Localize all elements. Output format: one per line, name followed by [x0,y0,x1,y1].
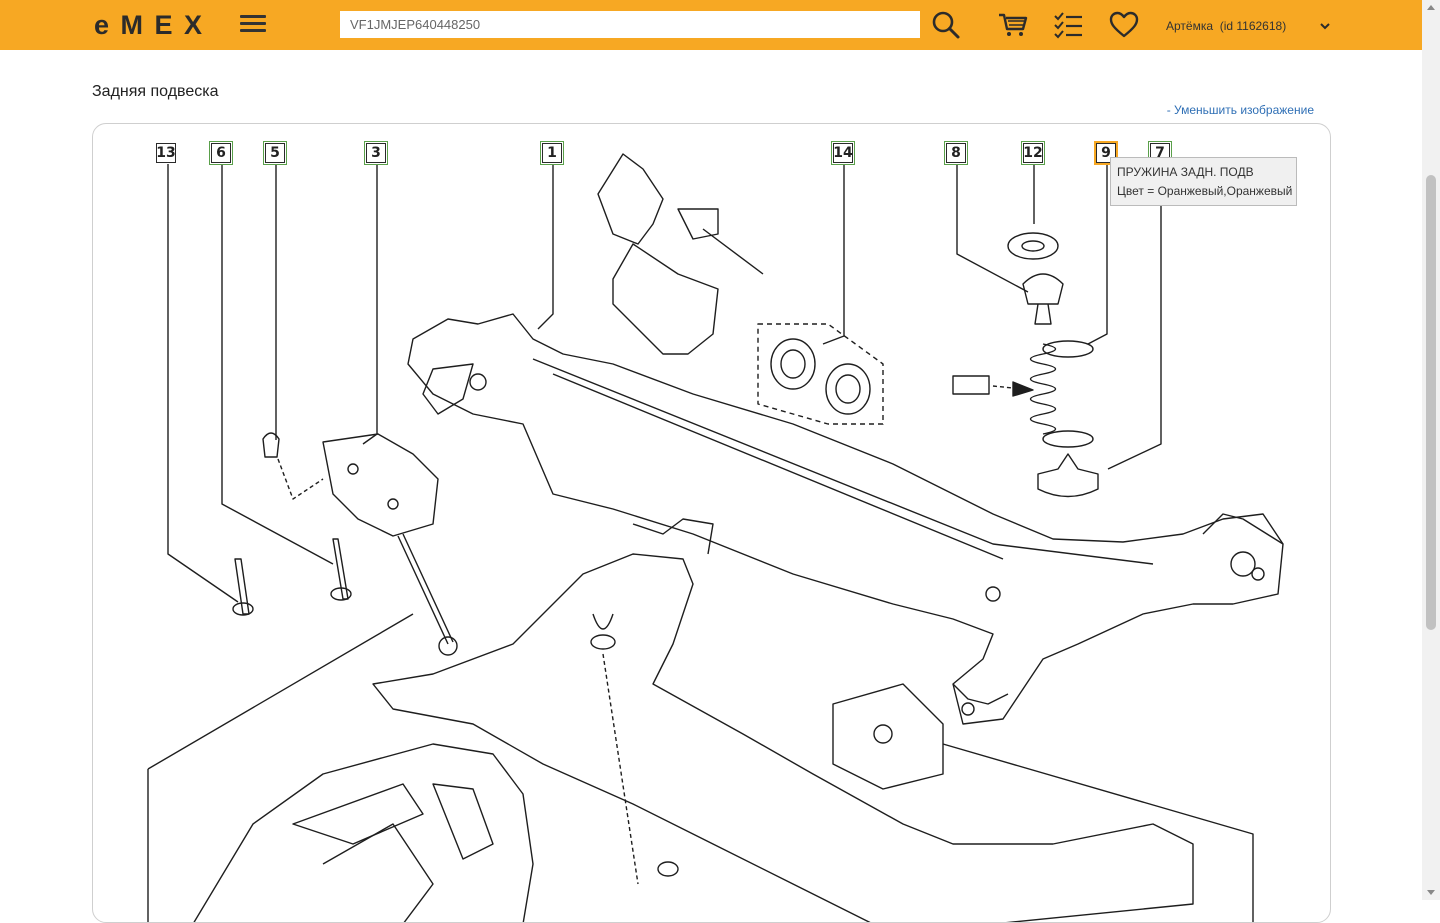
callout-8[interactable]: 8 [944,141,968,165]
emex-logo[interactable]: e M E X [94,10,204,40]
callout-12[interactable]: 12 [1021,141,1045,165]
account-name: Артёмка [1166,19,1214,33]
part-tooltip: ПРУЖИНА ЗАДН. ПОДВ Цвет = Оранжевый,Оран… [1110,157,1297,206]
callout-1[interactable]: 1 [540,141,564,165]
page-scrollbar[interactable] [1422,0,1440,900]
checklist-icon[interactable] [1052,10,1084,40]
account-id: (id 1162618) [1219,19,1287,33]
vin-search-input[interactable] [340,11,920,38]
rear-suspension-drawing [147,153,1284,922]
shrink-image-link[interactable]: - Уменьшить изображение [1167,103,1314,117]
scroll-up-arrow-icon[interactable] [1427,5,1435,10]
search-icon[interactable] [930,10,962,40]
account-menu[interactable]: Артёмка (id 1162618) [1166,19,1286,33]
callout-6[interactable]: 6 [209,141,233,165]
heart-icon[interactable] [1108,10,1140,40]
logo-text: e M E X [94,9,205,40]
scrollbar-thumb[interactable] [1426,175,1436,630]
tooltip-part-name: ПРУЖИНА ЗАДН. ПОДВ [1117,165,1254,179]
tooltip-part-color: Цвет = Оранжевый,Оранжевый [1117,184,1293,198]
cart-icon[interactable] [997,10,1029,40]
chevron-down-icon[interactable] [1318,20,1332,32]
parts-diagram: 13 6 5 3 1 14 8 12 9 7 [92,123,1331,923]
callout-14[interactable]: 14 [831,141,855,165]
callout-5[interactable]: 5 [263,141,287,165]
top-navigation-bar: e M E X Артёмка (id 1162618) [0,0,1422,50]
page-title: Задняя подвеска [92,83,219,100]
menu-icon[interactable] [240,12,266,38]
callout-3[interactable]: 3 [364,141,388,165]
scroll-down-arrow-icon[interactable] [1427,890,1435,895]
callout-13[interactable]: 13 [156,143,176,163]
